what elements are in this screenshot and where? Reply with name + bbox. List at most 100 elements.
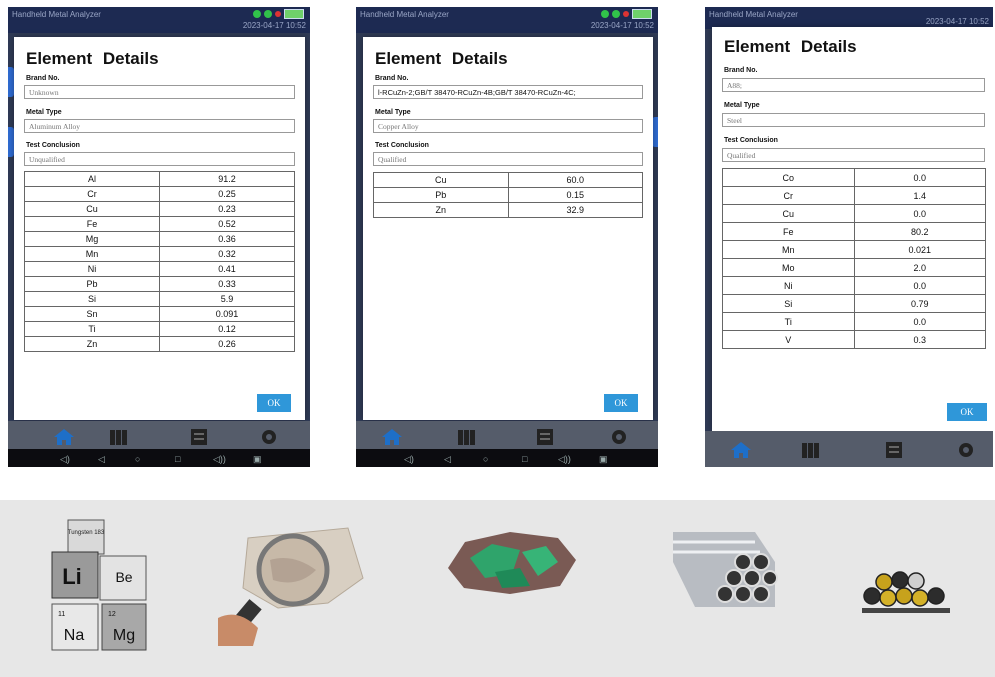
li-label: Li [62, 564, 82, 589]
library-icon[interactable] [456, 428, 478, 446]
volume-down-icon[interactable]: ◁) [60, 454, 70, 465]
conclusion-field: Qualified [373, 152, 643, 166]
metal-type-field: Aluminum Alloy [24, 119, 295, 133]
table-row: Al 91.2 [24, 171, 295, 187]
element-value: 0.3 [853, 330, 986, 349]
dialog-title: Element Details [375, 49, 508, 68]
home-icon[interactable] [730, 441, 752, 459]
home-icon[interactable] [53, 428, 75, 446]
volume-up-icon[interactable]: ◁)) [558, 454, 571, 465]
system-bar: ◁) ◁ ○ □ ◁)) ▣ [8, 449, 310, 467]
report-icon[interactable] [534, 428, 556, 446]
status-bar: Handheld Metal Analyzer 2023-04-17 10:52 [356, 7, 658, 33]
element-symbol: Zn [373, 202, 509, 218]
element-value: 0.33 [159, 276, 295, 292]
settings-icon[interactable] [955, 441, 977, 459]
element-symbol: V [722, 330, 855, 349]
application-images-strip: Tungsten 183 Li Be 11 Na 12 Mg [0, 500, 995, 677]
element-symbol: Ti [722, 312, 855, 331]
element-value: 0.36 [159, 231, 295, 247]
element-symbol: Pb [373, 187, 509, 203]
table-row: Pb 0.15 [373, 187, 643, 203]
element-symbol: Cr [722, 186, 855, 205]
table-row: Cr 1.4 [722, 186, 986, 205]
element-value: 0.41 [159, 261, 295, 277]
element-symbol: Ni [24, 261, 160, 277]
settings-icon[interactable] [608, 428, 630, 446]
ok-button[interactable]: OK [604, 394, 638, 412]
conclusion-label: Test Conclusion [375, 142, 429, 149]
element-symbol: Si [722, 294, 855, 313]
home-circle-icon[interactable]: ○ [135, 454, 140, 464]
element-symbol: Mn [722, 240, 855, 259]
ok-button[interactable]: OK [257, 394, 291, 412]
battery-icon [632, 9, 652, 19]
table-row: Mo 2.0 [722, 258, 986, 277]
be-label: Be [115, 569, 132, 585]
recent-icon[interactable]: □ [175, 454, 180, 464]
table-row: V 0.3 [722, 330, 986, 349]
record-icon [275, 11, 281, 17]
report-icon[interactable] [883, 441, 905, 459]
app-title: Handheld Metal Analyzer [709, 10, 798, 19]
status-dot-icon [601, 10, 609, 18]
table-row: Cu 60.0 [373, 172, 643, 188]
table-row: Zn 0.26 [24, 336, 295, 352]
table-row: Si 5.9 [24, 291, 295, 307]
status-bar: Handheld Metal Analyzer 2023-04-17 10:52 [8, 7, 310, 33]
status-dot-icon [264, 10, 272, 18]
metal-type-field: Copper Alloy [373, 119, 643, 133]
element-value: 91.2 [159, 171, 295, 187]
element-symbol: Mn [24, 246, 160, 262]
bottom-nav [356, 421, 658, 449]
metal-type-label: Metal Type [375, 109, 411, 116]
volume-up-icon[interactable]: ◁)) [213, 454, 226, 465]
system-bar: ◁) ◁ ○ □ ◁)) ▣ [356, 449, 658, 467]
settings-icon[interactable] [258, 428, 280, 446]
element-table: Cu 60.0 Pb 0.15 Zn 32.9 [373, 172, 643, 218]
screenshot-icon[interactable]: ▣ [253, 454, 262, 465]
element-value: 0.79 [853, 294, 986, 313]
element-value: 0.52 [159, 216, 295, 232]
table-row: Si 0.79 [722, 294, 986, 313]
ok-button[interactable]: OK [947, 403, 987, 421]
element-value: 0.15 [507, 187, 643, 203]
table-row: Ni 0.0 [722, 276, 986, 295]
element-value: 0.0 [853, 276, 986, 295]
element-cubes-image: Tungsten 183 Li Be 11 Na 12 Mg [51, 519, 147, 651]
mg-label: Mg [113, 627, 135, 644]
element-value: 0.0 [853, 312, 986, 331]
element-symbol: Cu [722, 204, 855, 223]
home-circle-icon[interactable]: ○ [483, 454, 488, 464]
table-row: Ti 0.0 [722, 312, 986, 331]
element-value: 32.9 [507, 202, 643, 218]
status-datetime: 2023-04-17 10:52 [590, 21, 654, 30]
recent-icon[interactable]: □ [522, 454, 527, 464]
table-row: Zn 32.9 [373, 202, 643, 218]
volume-down-icon[interactable]: ◁) [404, 454, 414, 465]
element-value: 0.26 [159, 336, 295, 352]
status-bar: Handheld Metal Analyzer 2023-04-17 10:52 [705, 7, 993, 29]
home-icon[interactable] [381, 428, 403, 446]
screenshot-icon[interactable]: ▣ [599, 454, 608, 465]
status-dot-icon [253, 10, 261, 18]
na-label: Na [64, 627, 85, 644]
report-icon[interactable] [188, 428, 210, 446]
back-icon[interactable]: ◁ [98, 454, 105, 465]
status-datetime: 2023-04-17 10:52 [242, 21, 306, 30]
app-title: Handheld Metal Analyzer [12, 10, 101, 19]
bottom-nav [705, 431, 993, 467]
element-value: 0.021 [853, 240, 986, 259]
table-row: Ni 0.41 [24, 261, 295, 277]
element-symbol: Sn [24, 306, 160, 322]
library-icon[interactable] [108, 428, 130, 446]
battery-icon [284, 9, 304, 19]
element-value: 1.4 [853, 186, 986, 205]
screenshot-steel: Handheld Metal Analyzer 2023-04-17 10:52… [705, 7, 993, 467]
back-icon[interactable]: ◁ [444, 454, 451, 465]
library-icon[interactable] [800, 441, 822, 459]
table-row: Cr 0.25 [24, 186, 295, 202]
element-symbol: Pb [24, 276, 160, 292]
element-value: 0.091 [159, 306, 295, 322]
green-mineral-image [448, 532, 576, 594]
